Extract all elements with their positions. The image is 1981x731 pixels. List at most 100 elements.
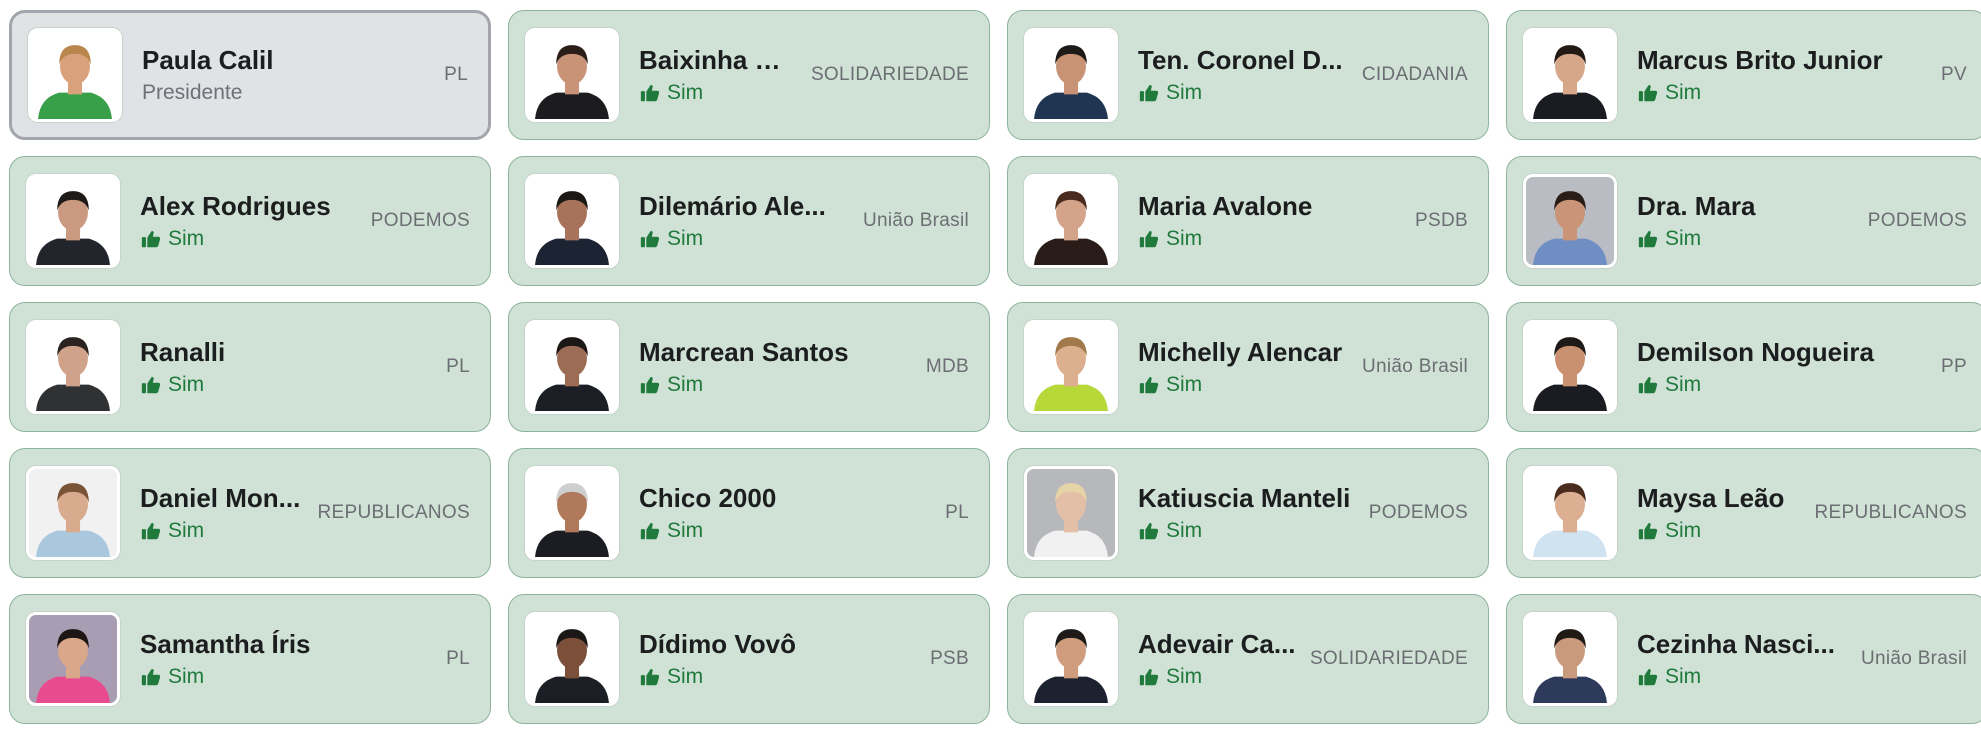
vote-status: Sim xyxy=(639,518,933,544)
member-name: Cezinha Nasci... xyxy=(1637,629,1835,659)
vote-label: Sim xyxy=(1665,665,1702,688)
member-name: Samantha Íris xyxy=(140,629,311,659)
thumbs-up-icon xyxy=(1638,84,1658,102)
member-card[interactable]: Alex Rodrigues Sim PODEMOS xyxy=(9,156,491,286)
member-card[interactable]: Adevair Ca... Sim SOLIDARIEDADE xyxy=(1007,594,1489,724)
member-photo xyxy=(26,612,120,706)
member-card[interactable]: Ranalli Sim PL xyxy=(9,302,491,432)
member-photo xyxy=(1024,28,1118,122)
member-name: Maysa Leão xyxy=(1637,483,1785,513)
vote-label: Sim xyxy=(168,519,205,542)
member-name: Alex Rodrigues xyxy=(140,191,331,221)
member-name: Ten. Coronel D... xyxy=(1138,45,1343,75)
thumbs-up-icon xyxy=(141,376,161,394)
thumbs-up-icon xyxy=(1139,668,1159,686)
party-label: PV xyxy=(1941,64,1967,85)
council-member-grid: Paula Calil Presidente PL Baixinha Gi... Sim… xyxy=(0,0,1981,731)
member-photo xyxy=(525,612,619,706)
member-card[interactable]: Demilson Nogueira Sim PP xyxy=(1506,302,1981,432)
party-label: PL xyxy=(945,502,969,523)
member-role: Presidente xyxy=(142,81,243,104)
party-label: União Brasil xyxy=(1361,356,1468,377)
member-name: Dilemário Ale... xyxy=(639,191,826,221)
member-card[interactable]: Daniel Mon... Sim REPUBLICANOS xyxy=(9,448,491,578)
member-photo xyxy=(1523,466,1617,560)
member-card[interactable]: Maysa Leão Sim REPUBLICANOS xyxy=(1506,448,1981,578)
party-label: MDB xyxy=(925,356,969,377)
member-info: Baixinha Gi... Sim xyxy=(639,44,799,106)
member-card[interactable]: Michelly Alencar Sim União Brasil xyxy=(1007,302,1489,432)
thumbs-up-icon xyxy=(640,230,660,248)
member-card[interactable]: Dra. Mara Sim PODEMOS xyxy=(1506,156,1981,286)
member-card[interactable]: Dídimo Vovô Sim PSB xyxy=(508,594,990,724)
member-name: Adevair Ca... xyxy=(1138,629,1296,659)
member-info: Katiuscia Manteli Sim xyxy=(1138,482,1357,544)
vote-status: Sim xyxy=(639,80,799,106)
thumbs-up-icon xyxy=(1139,230,1159,248)
member-card[interactable]: Samantha Íris Sim PL xyxy=(9,594,491,724)
vote-label: Sim xyxy=(1166,227,1203,250)
vote-label: Sim xyxy=(1166,81,1203,104)
member-photo xyxy=(525,28,619,122)
vote-status: Sim xyxy=(140,372,434,398)
member-photo xyxy=(525,174,619,268)
member-info: Daniel Mon... Sim xyxy=(140,482,306,544)
thumbs-up-icon xyxy=(1139,84,1159,102)
member-card[interactable]: Marcrean Santos Sim MDB xyxy=(508,302,990,432)
member-card[interactable]: Baixinha Gi... Sim SOLIDARIEDADE xyxy=(508,10,990,140)
member-card[interactable]: Chico 2000 Sim PL xyxy=(508,448,990,578)
party-label: PODEMOS xyxy=(370,210,470,231)
member-info: Paula Calil Presidente xyxy=(142,44,432,106)
member-name: Baixinha Gi... xyxy=(639,45,799,75)
vote-status: Sim xyxy=(1637,518,1803,544)
member-photo xyxy=(1024,612,1118,706)
member-photo xyxy=(26,174,120,268)
vote-label: Sim xyxy=(667,227,704,250)
vote-status: Sim xyxy=(639,664,918,690)
member-name: Marcus Brito Junior xyxy=(1637,45,1883,75)
member-photo xyxy=(1523,28,1617,122)
member-card[interactable]: Dilemário Ale... Sim União Brasil xyxy=(508,156,990,286)
member-name: Michelly Alencar xyxy=(1138,337,1343,367)
member-info: Dra. Mara Sim xyxy=(1637,190,1856,252)
member-photo xyxy=(28,28,122,122)
member-photo xyxy=(1024,320,1118,414)
member-card[interactable]: Marcus Brito Junior Sim PV xyxy=(1506,10,1981,140)
thumbs-up-icon xyxy=(640,668,660,686)
member-name: Maria Avalone xyxy=(1138,191,1313,221)
vote-label: Sim xyxy=(1665,81,1702,104)
vote-status: Sim xyxy=(1637,664,1849,690)
member-name: Marcrean Santos xyxy=(639,337,849,367)
member-photo xyxy=(1024,466,1118,560)
member-card[interactable]: Cezinha Nasci... Sim União Brasil xyxy=(1506,594,1981,724)
thumbs-up-icon xyxy=(1139,376,1159,394)
party-label: SOLIDARIEDADE xyxy=(1309,648,1468,669)
vote-label: Sim xyxy=(1665,227,1702,250)
thumbs-up-icon xyxy=(640,376,660,394)
member-card[interactable]: Paula Calil Presidente PL xyxy=(9,10,491,140)
member-info: Ranalli Sim xyxy=(140,336,434,398)
vote-status: Sim xyxy=(1138,226,1403,252)
vote-status: Sim xyxy=(1138,664,1298,690)
vote-status: Sim xyxy=(1138,80,1350,106)
member-card[interactable]: Ten. Coronel D... Sim CIDADANIA xyxy=(1007,10,1489,140)
vote-status: Sim xyxy=(639,372,914,398)
vote-label: Sim xyxy=(667,81,704,104)
party-label: CIDADANIA xyxy=(1361,64,1468,85)
party-label: PSB xyxy=(930,648,969,669)
member-photo xyxy=(1024,174,1118,268)
party-label: União Brasil xyxy=(1860,648,1967,669)
vote-status: Sim xyxy=(1138,518,1357,544)
vote-status: Sim xyxy=(140,226,359,252)
thumbs-up-icon xyxy=(141,522,161,540)
vote-label: Sim xyxy=(667,665,704,688)
member-photo xyxy=(26,320,120,414)
member-card[interactable]: Maria Avalone Sim PSDB xyxy=(1007,156,1489,286)
member-card[interactable]: Katiuscia Manteli Sim PODEMOS xyxy=(1007,448,1489,578)
member-info: Marcrean Santos Sim xyxy=(639,336,914,398)
vote-label: Sim xyxy=(168,665,205,688)
member-info: Maria Avalone Sim xyxy=(1138,190,1403,252)
thumbs-up-icon xyxy=(141,230,161,248)
vote-status: Sim xyxy=(1637,226,1856,252)
vote-status: Sim xyxy=(140,518,306,544)
